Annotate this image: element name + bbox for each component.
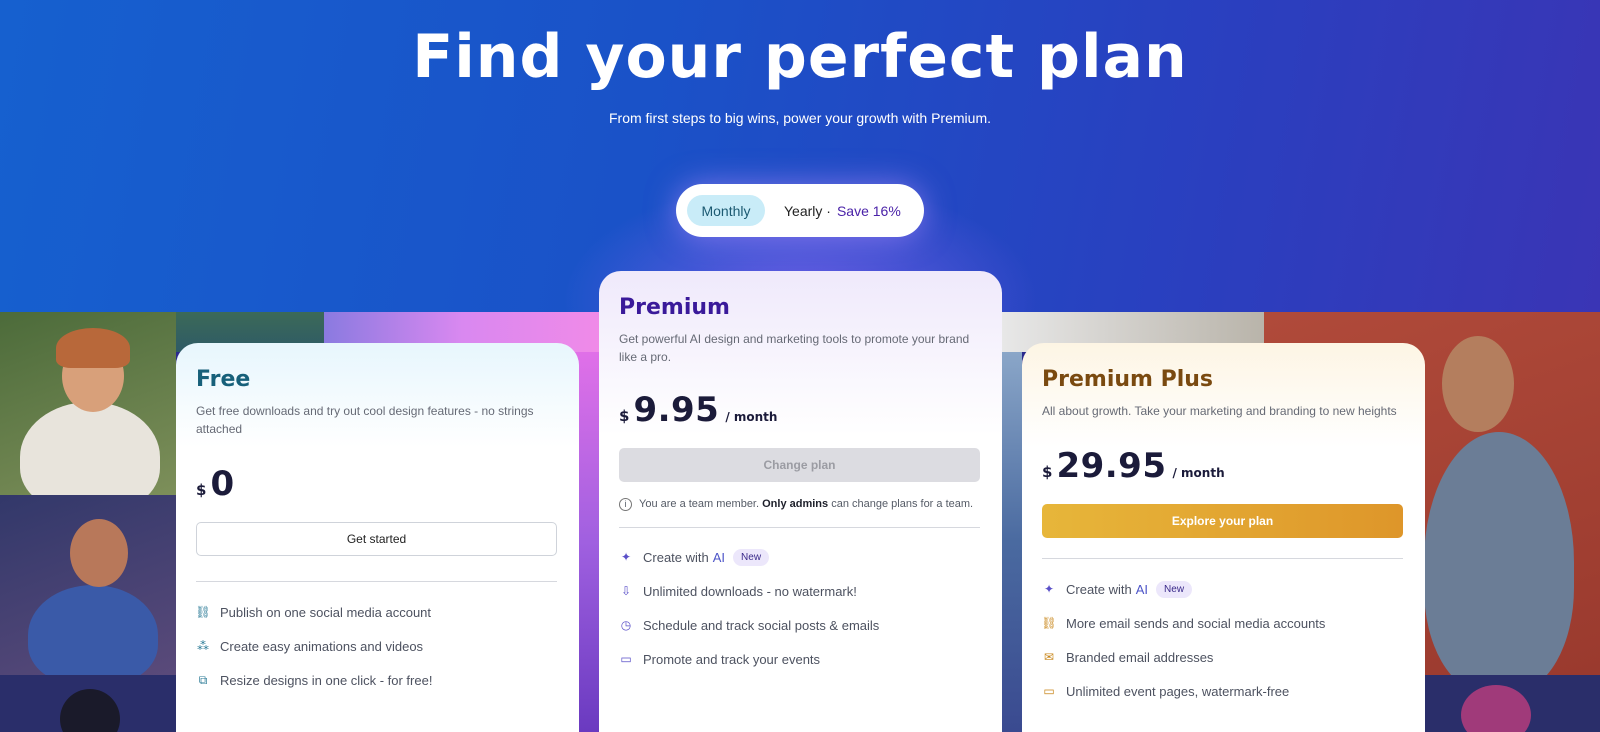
feature-text: Resize designs in one click - for free! xyxy=(220,672,433,688)
note-text: You are a team member. xyxy=(639,498,760,510)
feature-item: ⛓ More email sends and social media acco… xyxy=(1041,606,1405,640)
yearly-label: Yearly · xyxy=(784,202,831,219)
plan-card-free: Free Get free downloads and try out cool… xyxy=(176,343,579,732)
explore-plan-button[interactable]: Explore your plan xyxy=(1042,504,1403,538)
currency-symbol: $ xyxy=(196,481,207,499)
feature-text: Unlimited event pages, watermark-free xyxy=(1066,683,1290,699)
plan-card-premium: Premium Get powerful AI design and marke… xyxy=(599,271,1002,732)
currency-symbol: $ xyxy=(1042,463,1053,481)
plan-price: $ 29.95 / month xyxy=(1042,446,1405,486)
price-period: / month xyxy=(1172,466,1225,480)
plan-name: Premium Plus xyxy=(1042,367,1214,392)
change-plan-button[interactable]: Change plan xyxy=(619,448,980,482)
clock-icon: ◷ xyxy=(620,618,632,632)
page-title: Find your perfect plan xyxy=(412,22,1188,92)
plan-description: All about growth. Take your marketing an… xyxy=(1042,404,1397,418)
feature-item: ▭ Unlimited event pages, watermark-free xyxy=(1042,674,1405,708)
plan-price: $ 9.95 / month xyxy=(619,390,982,430)
price-amount: 29.95 xyxy=(1056,446,1167,486)
feature-text: Create with xyxy=(1066,581,1132,597)
feature-text: Unlimited downloads - no watermark! xyxy=(643,583,857,599)
photo-woman-apron xyxy=(0,495,176,675)
ai-label: AI xyxy=(1135,581,1149,597)
page-subtitle: From first steps to big wins, power your… xyxy=(608,110,991,126)
new-badge: New xyxy=(733,548,770,566)
download-icon: ⇩ xyxy=(620,584,632,598)
feature-item: ◷ Schedule and track social posts & emai… xyxy=(619,608,982,642)
info-icon: i xyxy=(619,498,632,511)
feature-text: Branded email addresses xyxy=(1066,649,1214,665)
photo-office xyxy=(1000,352,1022,732)
sparkle-icon: ✦ xyxy=(620,550,632,564)
feature-item: ✉ Branded email addresses xyxy=(1042,640,1405,674)
plan-name: Free xyxy=(196,367,251,392)
share-icon: ⛓ xyxy=(195,605,211,619)
price-amount: 0 xyxy=(210,464,235,504)
feature-item: ▭ Promote and track your events xyxy=(619,642,982,676)
feature-item: ✦ Create with AI New xyxy=(619,540,982,574)
feature-item: ⇩ Unlimited downloads - no watermark! xyxy=(619,574,982,608)
plan-price: $ 0 xyxy=(196,464,559,504)
toggle-yearly[interactable]: Yearly · Save 16% xyxy=(784,195,901,226)
feature-text: Publish on one social media account xyxy=(220,604,432,620)
note-text-end: can change plans for a team. xyxy=(831,498,974,510)
photo-woman-smiling xyxy=(0,312,176,495)
divider xyxy=(1042,558,1403,559)
photo-woman-headscarf xyxy=(1425,675,1600,732)
feature-text: Schedule and track social posts & emails xyxy=(643,617,880,633)
divider xyxy=(619,527,980,528)
divider xyxy=(196,581,557,582)
team-member-note: i You are a team member. Only admins can… xyxy=(619,496,982,513)
billing-toggle: Monthly Yearly · Save 16% xyxy=(676,184,924,237)
feature-item: ⁂ Create easy animations and videos xyxy=(196,629,559,663)
currency-symbol: $ xyxy=(619,407,630,425)
feature-text: Create with xyxy=(643,549,709,565)
ai-label: AI xyxy=(712,549,726,565)
feature-text: Promote and track your events xyxy=(643,651,821,667)
new-badge: New xyxy=(1156,580,1193,598)
price-amount: 9.95 xyxy=(633,390,720,430)
photo-bottom-left xyxy=(0,675,176,732)
save-label: Save 16% xyxy=(836,202,901,219)
toggle-monthly[interactable]: Monthly xyxy=(687,195,765,226)
feature-text: Create easy animations and videos xyxy=(220,638,424,654)
ticket-icon: ▭ xyxy=(620,652,632,666)
feature-item: ✦ Create with AI New xyxy=(1042,572,1405,606)
plan-card-premium-plus: Premium Plus All about growth. Take your… xyxy=(1022,343,1425,732)
ticket-icon: ▭ xyxy=(1043,684,1055,698)
mail-icon: ✉ xyxy=(1043,650,1055,664)
plan-description: Get powerful AI design and marketing too… xyxy=(619,332,970,364)
plan-description: Get free downloads and try out cool desi… xyxy=(196,404,534,436)
feature-item: ⧉ Resize designs in one click - for free… xyxy=(196,663,559,697)
plan-name: Premium xyxy=(619,295,730,320)
resize-icon: ⧉ xyxy=(198,672,208,687)
animation-icon: ⁂ xyxy=(197,639,209,653)
feature-item: ⛓ Publish on one social media account xyxy=(195,595,559,629)
feature-text: More email sends and social media accoun… xyxy=(1066,615,1326,631)
price-period: / month xyxy=(725,410,778,424)
get-started-button[interactable]: Get started xyxy=(196,522,557,556)
share-icon: ⛓ xyxy=(1041,616,1057,630)
sparkle-icon: ✦ xyxy=(1043,582,1055,596)
note-bold: Only admins xyxy=(762,498,829,510)
